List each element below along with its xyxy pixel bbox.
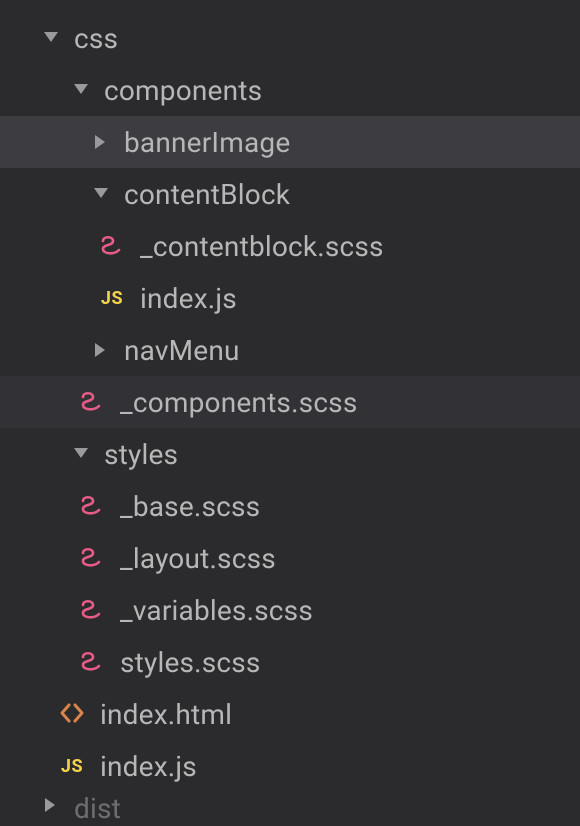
file-index-js[interactable]: JS index.js	[0, 740, 580, 792]
folder-dist[interactable]: dist	[0, 792, 580, 822]
folder-label: styles	[104, 438, 178, 471]
file-label: index.html	[100, 698, 232, 731]
file-label: _variables.scss	[120, 594, 313, 627]
sass-icon	[78, 596, 106, 624]
file-label: styles.scss	[120, 646, 261, 679]
chevron-down-icon	[72, 445, 90, 463]
file-tree: css components bannerImage contentBlock …	[0, 0, 580, 822]
chevron-right-icon	[92, 133, 110, 151]
folder-label: components	[104, 74, 262, 107]
chevron-down-icon	[42, 29, 60, 47]
sass-icon	[78, 544, 106, 572]
sass-icon	[98, 232, 126, 260]
folder-label: contentBlock	[124, 178, 290, 211]
folder-label: css	[74, 22, 118, 55]
folder-styles[interactable]: styles	[0, 428, 580, 480]
file-label: index.js	[140, 282, 237, 315]
file-label: _components.scss	[120, 386, 357, 419]
chevron-down-icon	[92, 185, 110, 203]
folder-label: bannerImage	[124, 126, 290, 159]
file-label: _contentblock.scss	[140, 230, 384, 263]
chevron-right-icon	[42, 796, 60, 814]
file-layout-scss[interactable]: _layout.scss	[0, 532, 580, 584]
file-components-scss[interactable]: _components.scss	[0, 376, 580, 428]
file-variables-scss[interactable]: _variables.scss	[0, 584, 580, 636]
file-styles-scss[interactable]: styles.scss	[0, 636, 580, 688]
folder-css[interactable]: css	[0, 12, 580, 64]
folder-bannerImage[interactable]: bannerImage	[0, 116, 580, 168]
folder-label: navMenu	[124, 334, 240, 367]
file-index-html[interactable]: index.html	[0, 688, 580, 740]
sass-icon	[78, 648, 106, 676]
sass-icon	[78, 492, 106, 520]
js-icon: JS	[98, 284, 126, 312]
file-contentblock-indexjs[interactable]: JS index.js	[0, 272, 580, 324]
html-icon	[58, 700, 86, 728]
folder-components[interactable]: components	[0, 64, 580, 116]
chevron-down-icon	[72, 81, 90, 99]
chevron-right-icon	[92, 341, 110, 359]
folder-contentBlock[interactable]: contentBlock	[0, 168, 580, 220]
folder-navMenu[interactable]: navMenu	[0, 324, 580, 376]
sass-icon	[78, 388, 106, 416]
js-icon: JS	[58, 752, 86, 780]
file-label: _base.scss	[120, 490, 260, 523]
file-contentblock-scss[interactable]: _contentblock.scss	[0, 220, 580, 272]
folder-label: dist	[74, 792, 121, 822]
file-base-scss[interactable]: _base.scss	[0, 480, 580, 532]
file-label: index.js	[100, 750, 197, 783]
file-label: _layout.scss	[120, 542, 276, 575]
